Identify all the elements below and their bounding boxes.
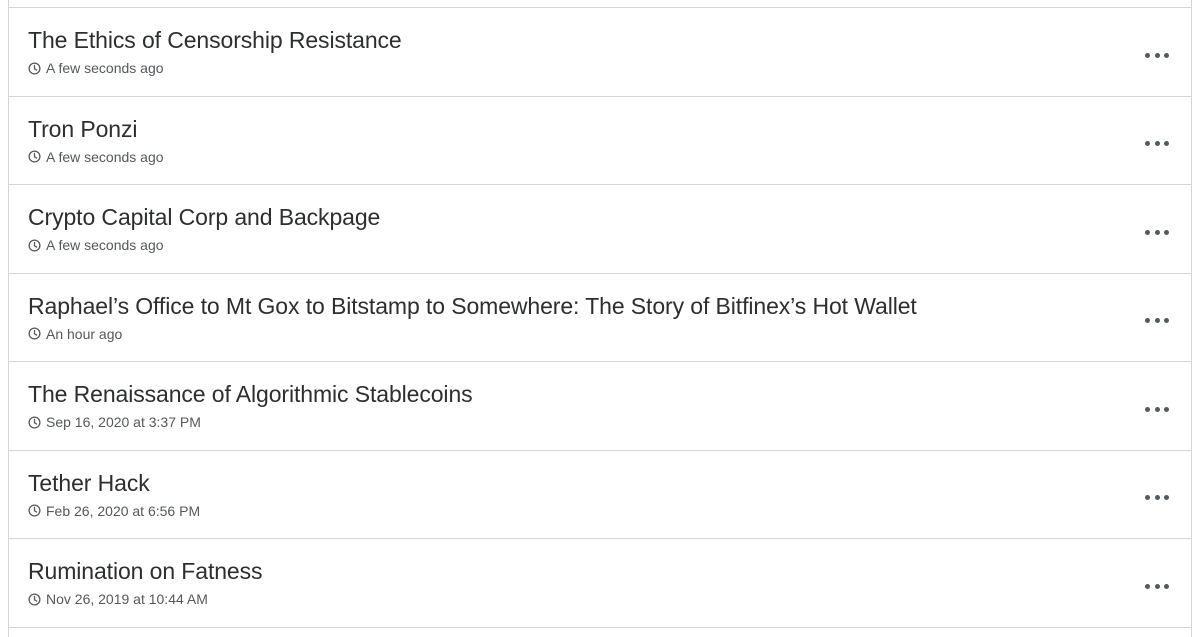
clock-icon xyxy=(28,415,41,429)
list-bottom-edge xyxy=(8,627,1192,637)
list-item[interactable]: Tether Hack Feb 26, 2020 at 6:56 PM xyxy=(9,451,1191,539)
post-timestamp: A few seconds ago xyxy=(28,59,164,77)
list-item[interactable]: Crypto Capital Corp and Backpage A few s… xyxy=(9,185,1191,274)
post-timestamp: An hour ago xyxy=(28,325,122,343)
clock-icon xyxy=(28,61,41,75)
post-timestamp: Sep 16, 2020 at 3:37 PM xyxy=(28,413,201,431)
post-title[interactable]: The Ethics of Censorship Resistance xyxy=(28,27,402,53)
post-timestamp: Feb 26, 2020 at 6:56 PM xyxy=(28,502,200,520)
post-list: The Ethics of Censorship Resistance A fe… xyxy=(8,7,1192,628)
clock-icon xyxy=(28,238,41,252)
post-title[interactable]: Tether Hack xyxy=(28,470,150,496)
more-options-icon[interactable] xyxy=(1145,223,1169,241)
list-item[interactable]: Tron Ponzi A few seconds ago xyxy=(9,97,1191,185)
more-options-icon[interactable] xyxy=(1145,46,1169,64)
timestamp-text: Sep 16, 2020 at 3:37 PM xyxy=(46,414,201,430)
post-title[interactable]: Rumination on Fatness xyxy=(28,558,263,584)
more-options-icon[interactable] xyxy=(1145,577,1169,595)
more-options-icon[interactable] xyxy=(1145,489,1169,507)
post-title[interactable]: Tron Ponzi xyxy=(28,116,137,142)
clock-icon xyxy=(28,504,41,517)
timestamp-text: Feb 26, 2020 at 6:56 PM xyxy=(46,502,201,519)
clock-icon xyxy=(28,150,41,163)
list-item[interactable]: The Renaissance of Algorithmic Stablecoi… xyxy=(9,362,1191,451)
more-options-icon[interactable] xyxy=(1145,400,1169,418)
list-item[interactable]: Rumination on Fatness Nov 26, 2019 at 10… xyxy=(9,539,1191,628)
clock-icon xyxy=(28,327,41,340)
timestamp-text: A few seconds ago xyxy=(46,148,164,165)
post-title[interactable]: The Renaissance of Algorithmic Stablecoi… xyxy=(28,381,473,407)
timestamp-text: Nov 26, 2019 at 10:44 AM xyxy=(46,591,208,607)
timestamp-text: An hour ago xyxy=(46,325,123,342)
post-timestamp: A few seconds ago xyxy=(28,148,164,166)
post-timestamp: Nov 26, 2019 at 10:44 AM xyxy=(28,590,208,608)
list-item[interactable]: The Ethics of Censorship Resistance A fe… xyxy=(9,8,1191,97)
list-top-edge xyxy=(8,0,1192,7)
post-title[interactable]: Crypto Capital Corp and Backpage xyxy=(28,204,380,230)
list-item[interactable]: Raphael’s Office to Mt Gox to Bitstamp t… xyxy=(9,274,1191,362)
post-timestamp: A few seconds ago xyxy=(28,236,164,254)
timestamp-text: A few seconds ago xyxy=(46,60,164,76)
timestamp-text: A few seconds ago xyxy=(46,237,164,253)
more-options-icon[interactable] xyxy=(1145,312,1169,330)
post-title[interactable]: Raphael’s Office to Mt Gox to Bitstamp t… xyxy=(28,293,917,319)
more-options-icon[interactable] xyxy=(1145,135,1169,153)
clock-icon xyxy=(28,592,41,606)
